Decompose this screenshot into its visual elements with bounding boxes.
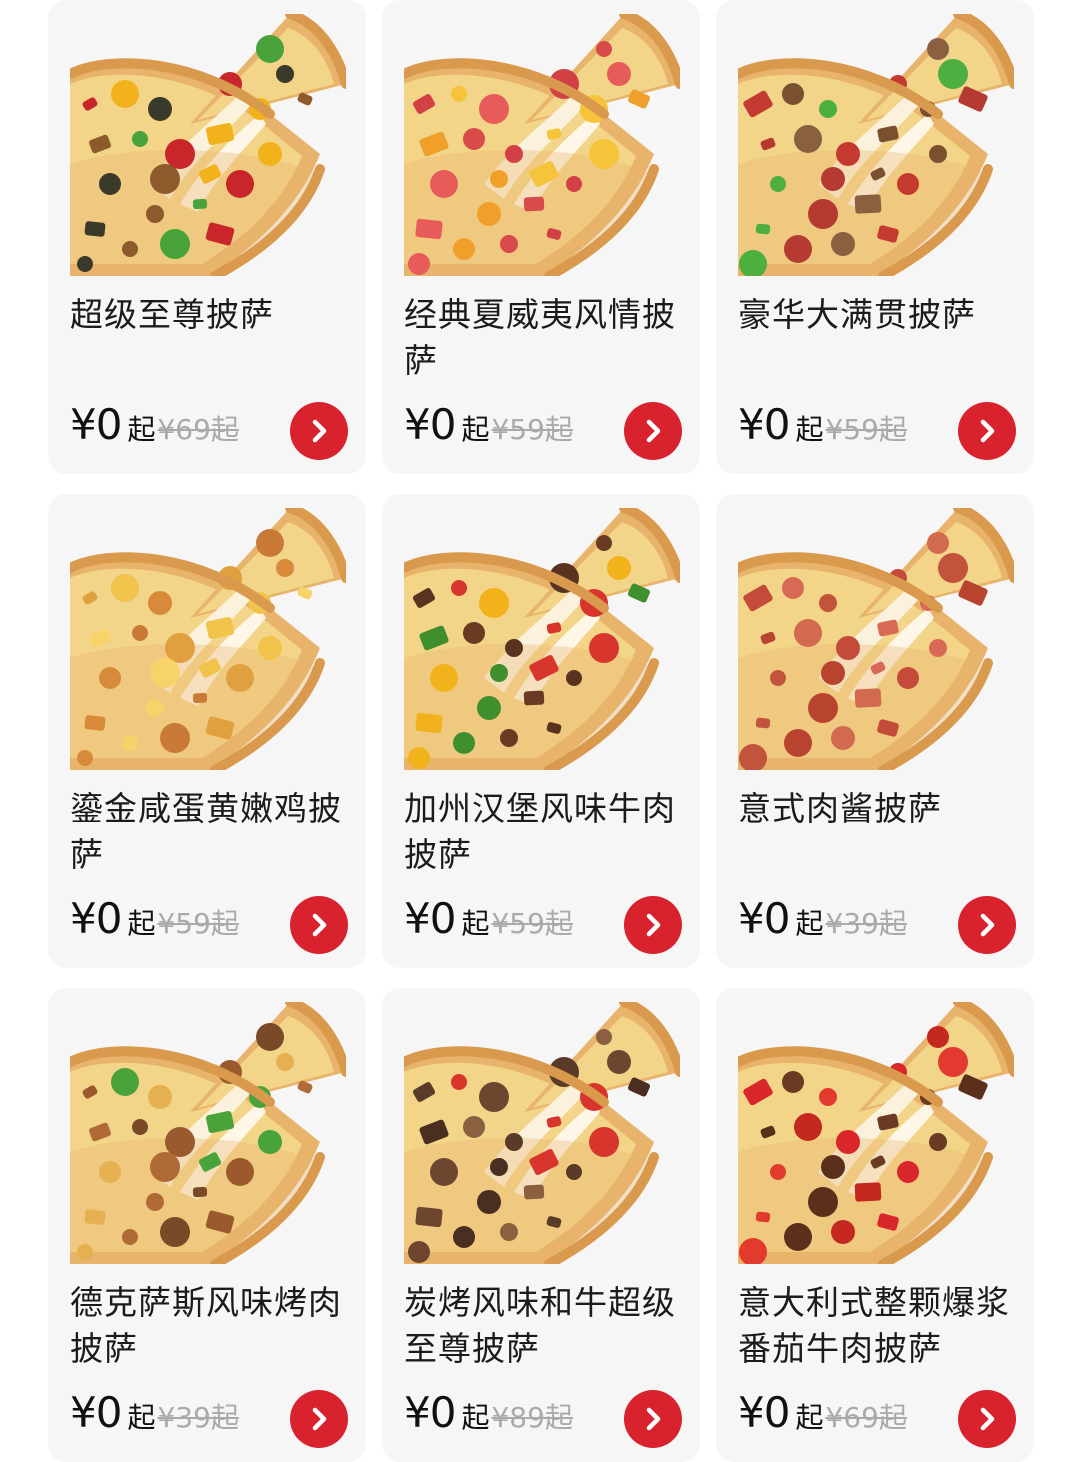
chevron-right-icon — [312, 419, 327, 443]
price-row: ¥0 起 ¥89起 — [404, 1388, 573, 1444]
go-detail-button[interactable] — [958, 896, 1016, 954]
price-row: ¥0 起 ¥59起 — [70, 894, 239, 950]
pizza-image[interactable] — [733, 503, 1019, 775]
price-suffix: 起 — [127, 1401, 156, 1434]
price-suffix: 起 — [795, 1401, 824, 1434]
pizza-image[interactable] — [65, 9, 351, 281]
chevron-right-icon — [980, 913, 995, 937]
current-price: ¥0 — [404, 400, 456, 449]
current-price: ¥0 — [738, 894, 790, 943]
pizza-image[interactable] — [399, 997, 685, 1269]
product-name: 经典夏威夷风情披萨 — [404, 295, 676, 380]
original-price: ¥89起 — [491, 1401, 573, 1434]
price-row: ¥0 起 ¥69起 — [70, 400, 239, 456]
product-card[interactable]: 加州汉堡风味牛肉披萨 ¥0 起 ¥59起 — [382, 494, 700, 968]
product-grid: 超级至尊披萨 ¥0 起 ¥69起 经典夏威夷风情披萨 ¥0 起 ¥59起 豪华大满贯披萨 ¥0 起 ¥… — [48, 0, 1038, 1462]
product-card[interactable]: 意式肉酱披萨 ¥0 起 ¥39起 — [716, 494, 1034, 968]
original-price: ¥59起 — [157, 907, 239, 940]
pizza-image[interactable] — [733, 997, 1019, 1269]
original-price: ¥69起 — [825, 1401, 907, 1434]
product-name: 意式肉酱披萨 — [738, 789, 942, 828]
chevron-right-icon — [312, 913, 327, 937]
go-detail-button[interactable] — [624, 402, 682, 460]
price-suffix: 起 — [127, 413, 156, 446]
pizza-image[interactable] — [65, 997, 351, 1269]
original-price: ¥59起 — [491, 413, 573, 446]
pizza-image[interactable] — [399, 9, 685, 281]
current-price: ¥0 — [404, 1388, 456, 1437]
price-row: ¥0 起 ¥39起 — [70, 1388, 239, 1444]
current-price: ¥0 — [738, 400, 790, 449]
current-price: ¥0 — [70, 894, 122, 943]
original-price: ¥59起 — [491, 907, 573, 940]
price-row: ¥0 起 ¥69起 — [738, 1388, 907, 1444]
product-name: 超级至尊披萨 — [70, 295, 274, 334]
price-suffix: 起 — [461, 1401, 490, 1434]
price-row: ¥0 起 ¥59起 — [404, 400, 573, 456]
price-suffix: 起 — [461, 413, 490, 446]
go-detail-button[interactable] — [958, 1390, 1016, 1448]
price-row: ¥0 起 ¥59起 — [404, 894, 573, 950]
current-price: ¥0 — [70, 400, 122, 449]
product-card[interactable]: 鎏金咸蛋黄嫩鸡披萨 ¥0 起 ¥59起 — [48, 494, 366, 968]
product-name: 豪华大满贯披萨 — [738, 295, 976, 334]
product-card[interactable]: 超级至尊披萨 ¥0 起 ¥69起 — [48, 0, 366, 474]
price-suffix: 起 — [795, 907, 824, 940]
chevron-right-icon — [312, 1407, 327, 1431]
product-name: 德克萨斯风味烤肉披萨 — [70, 1283, 342, 1368]
price-suffix: 起 — [795, 413, 824, 446]
product-card[interactable]: 经典夏威夷风情披萨 ¥0 起 ¥59起 — [382, 0, 700, 474]
price-row: ¥0 起 ¥39起 — [738, 894, 907, 950]
product-card[interactable]: 意大利式整颗爆浆番茄牛肉披萨 ¥0 起 ¥69起 — [716, 988, 1034, 1462]
price-suffix: 起 — [127, 907, 156, 940]
chevron-right-icon — [646, 419, 661, 443]
go-detail-button[interactable] — [624, 1390, 682, 1448]
go-detail-button[interactable] — [290, 1390, 348, 1448]
current-price: ¥0 — [70, 1388, 122, 1437]
product-card[interactable]: 德克萨斯风味烤肉披萨 ¥0 起 ¥39起 — [48, 988, 366, 1462]
product-name: 炭烤风味和牛超级至尊披萨 — [404, 1283, 676, 1368]
current-price: ¥0 — [404, 894, 456, 943]
chevron-right-icon — [646, 1407, 661, 1431]
original-price: ¥59起 — [825, 413, 907, 446]
original-price: ¥39起 — [157, 1401, 239, 1434]
product-name: 鎏金咸蛋黄嫩鸡披萨 — [70, 789, 342, 874]
price-suffix: 起 — [461, 907, 490, 940]
chevron-right-icon — [646, 913, 661, 937]
product-card[interactable]: 豪华大满贯披萨 ¥0 起 ¥59起 — [716, 0, 1034, 474]
chevron-right-icon — [980, 419, 995, 443]
price-row: ¥0 起 ¥59起 — [738, 400, 907, 456]
current-price: ¥0 — [738, 1388, 790, 1437]
go-detail-button[interactable] — [958, 402, 1016, 460]
go-detail-button[interactable] — [290, 896, 348, 954]
original-price: ¥69起 — [157, 413, 239, 446]
go-detail-button[interactable] — [290, 402, 348, 460]
original-price: ¥39起 — [825, 907, 907, 940]
pizza-image[interactable] — [65, 503, 351, 775]
product-name: 加州汉堡风味牛肉披萨 — [404, 789, 676, 874]
go-detail-button[interactable] — [624, 896, 682, 954]
product-name: 意大利式整颗爆浆番茄牛肉披萨 — [738, 1283, 1010, 1368]
product-card[interactable]: 炭烤风味和牛超级至尊披萨 ¥0 起 ¥89起 — [382, 988, 700, 1462]
pizza-image[interactable] — [399, 503, 685, 775]
pizza-image[interactable] — [733, 9, 1019, 281]
chevron-right-icon — [980, 1407, 995, 1431]
